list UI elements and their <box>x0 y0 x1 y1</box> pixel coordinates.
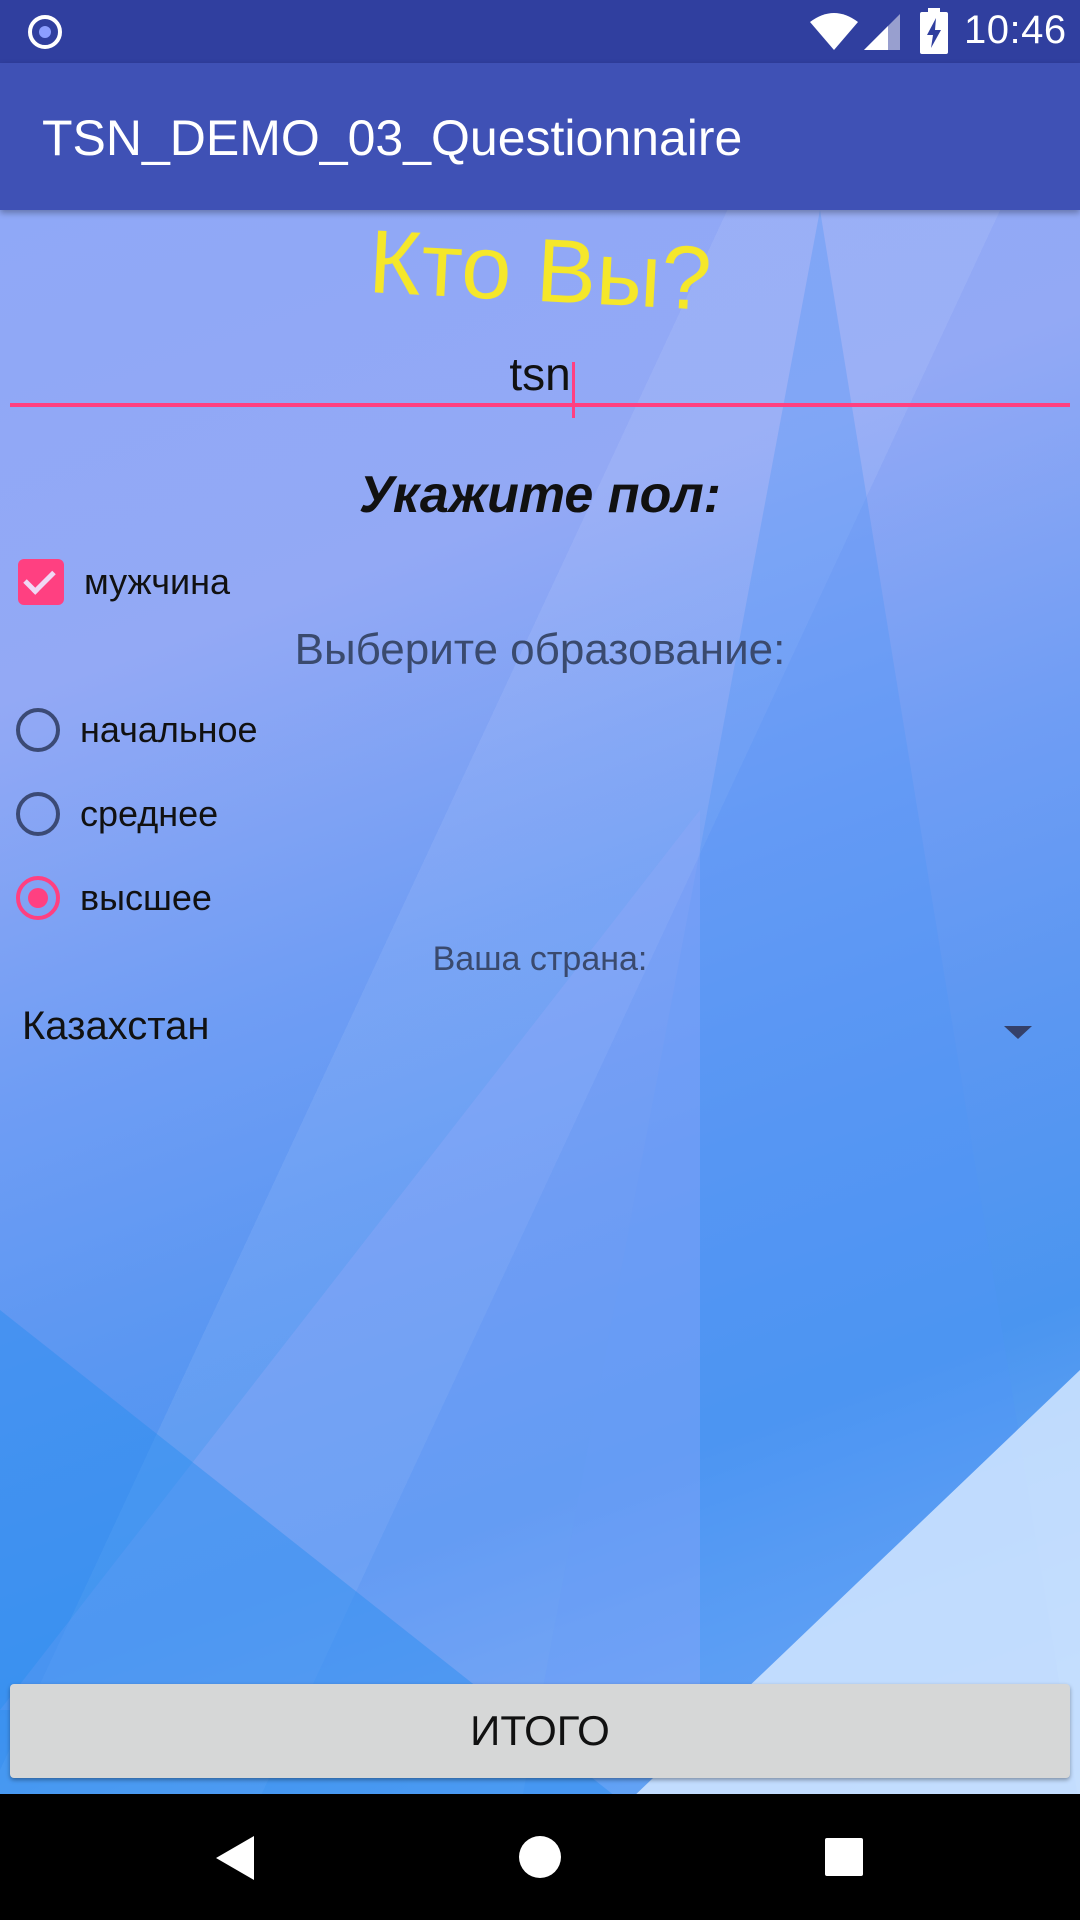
radio-label: высшее <box>80 877 212 918</box>
status-time: 10:46 <box>964 8 1067 52</box>
radio-option-secondary[interactable]: среднее <box>16 784 218 844</box>
radio-selected-icon[interactable] <box>16 876 60 920</box>
name-input[interactable] <box>10 345 1070 407</box>
gender-label: Укажите пол: <box>359 466 721 524</box>
radio-label: среднее <box>80 793 219 834</box>
radio-unselected-icon[interactable] <box>16 792 60 836</box>
record-icon <box>28 15 62 49</box>
total-button[interactable]: ИТОГО <box>10 1684 1070 1778</box>
text-cursor <box>572 362 575 418</box>
app-bar: TSN_DEMO_03_Questionnaire <box>0 63 1080 210</box>
checkbox-checked-icon[interactable] <box>18 559 64 605</box>
status-bar: 10:46 <box>0 0 1080 63</box>
home-icon[interactable] <box>519 1836 561 1878</box>
navigation-bar <box>0 1794 1080 1920</box>
country-selected-value: Казахстан <box>22 1004 210 1048</box>
questionnaire-content: Кто Вы? Укажите пол: мужчина Выберите об… <box>0 210 1080 1794</box>
app-title: TSN_DEMO_03_Questionnaire <box>42 110 743 166</box>
wifi-icon <box>810 13 858 50</box>
radio-label: начальное <box>80 709 258 750</box>
dropdown-arrow-icon[interactable] <box>1004 1026 1032 1039</box>
radio-option-primary[interactable]: начальное <box>16 700 258 760</box>
recents-icon[interactable] <box>825 1838 863 1876</box>
signal-icon <box>864 14 900 50</box>
radio-option-higher[interactable]: высшее <box>16 868 212 928</box>
country-label: Ваша страна: <box>432 940 648 978</box>
education-label: Выберите образование: <box>294 625 786 674</box>
radio-unselected-icon[interactable] <box>16 708 60 752</box>
gender-checkbox-row[interactable]: мужчина <box>18 552 230 612</box>
back-icon[interactable] <box>216 1836 254 1880</box>
country-dropdown[interactable]: Казахстан <box>0 990 1080 1070</box>
battery-charging-icon <box>920 8 948 54</box>
gender-checkbox-label: мужчина <box>84 561 231 602</box>
